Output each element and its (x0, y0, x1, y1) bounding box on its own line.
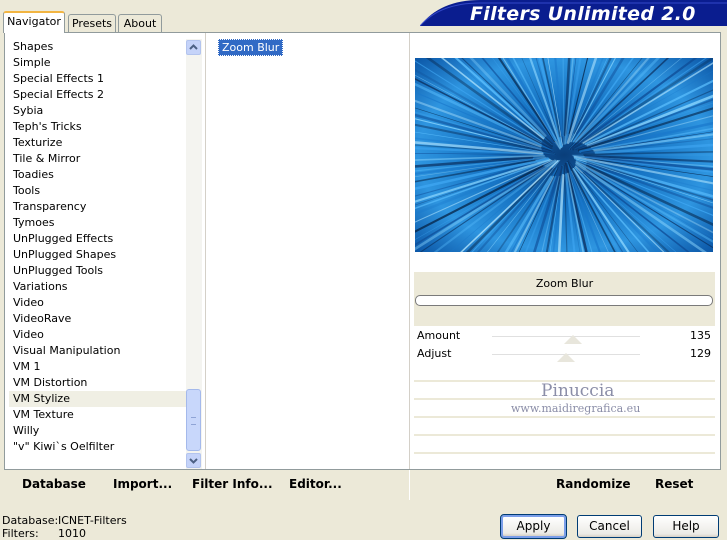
tab-about[interactable]: About (118, 14, 162, 32)
scroll-down-button[interactable] (186, 453, 201, 468)
param-adjust-slider-thumb[interactable] (557, 352, 575, 363)
chevron-up-icon (189, 44, 198, 50)
category-item[interactable]: Willy (9, 423, 187, 439)
param-adjust[interactable]: Adjust 129 (414, 345, 715, 363)
watermark-name: Pinuccia (541, 381, 615, 401)
category-item[interactable]: VM Texture (9, 407, 187, 423)
tab-presets[interactable]: Presets (68, 14, 116, 32)
param-amount-value: 135 (690, 329, 711, 342)
category-item[interactable]: VideoRave (9, 311, 187, 327)
param-amount-slider-thumb[interactable] (564, 334, 582, 345)
randomize-button[interactable]: Randomize (556, 477, 630, 491)
param-amount-label: Amount (417, 329, 461, 342)
category-list[interactable]: Shapes Simple Special Effects 1 Special Eff… (9, 39, 187, 469)
apply-button[interactable]: Apply (500, 514, 567, 539)
database-button[interactable]: Database (22, 477, 86, 491)
param-adjust-label: Adjust (417, 347, 452, 360)
import-button[interactable]: Import... (113, 477, 172, 491)
category-item[interactable]: Tymoes (9, 215, 187, 231)
category-item[interactable]: Tile & Mirror (9, 151, 187, 167)
category-item[interactable]: UnPlugged Tools (9, 263, 187, 279)
category-item[interactable]: VM Distortion (9, 375, 187, 391)
category-item[interactable]: Toadies (9, 167, 187, 183)
category-item[interactable]: Video (9, 295, 187, 311)
category-item[interactable]: UnPlugged Shapes (9, 247, 187, 263)
category-item[interactable]: Sybia (9, 103, 187, 119)
category-item[interactable]: Simple (9, 55, 187, 71)
category-item[interactable]: Tools (9, 183, 187, 199)
watermark-url: www.maidiregrafica.eu (511, 402, 641, 415)
category-item[interactable]: Teph's Tricks (9, 119, 187, 135)
category-item[interactable]: UnPlugged Effects (9, 231, 187, 247)
category-item[interactable]: VM Stylize (9, 391, 187, 407)
category-item[interactable]: Shapes (9, 39, 187, 55)
category-item[interactable]: VM 1 (9, 359, 187, 375)
reset-button[interactable]: Reset (655, 477, 693, 491)
status-database-value: ICNET-Filters (58, 514, 127, 527)
category-scrollbar[interactable] (186, 39, 202, 469)
param-adjust-value: 129 (690, 347, 711, 360)
status-filters-value: 1010 (58, 527, 86, 540)
help-button[interactable]: Help (653, 515, 719, 538)
filter-item-zoom-blur[interactable]: Zoom Blur (218, 39, 284, 56)
filter-info-button[interactable]: Filter Info... (192, 477, 273, 491)
status-database: Database:ICNET-Filters (2, 514, 127, 527)
progress-bar (415, 295, 713, 306)
status-filters: Filters: 1010 (2, 527, 86, 540)
category-item[interactable]: "v" Kiwi`s Oelfilter (9, 439, 187, 455)
cancel-button[interactable]: Cancel (577, 515, 642, 538)
app-title: Filters Unlimited 2.0 (470, 3, 696, 25)
category-item[interactable]: Transparency (9, 199, 187, 215)
scroll-up-button[interactable] (186, 40, 201, 55)
divider (409, 33, 410, 469)
param-amount[interactable]: Amount 135 (414, 327, 715, 345)
editor-button[interactable]: Editor... (289, 477, 342, 491)
category-item[interactable]: Video (9, 327, 187, 343)
category-item[interactable]: Texturize (9, 135, 187, 151)
divider (205, 33, 206, 469)
preview-filter-name: Zoom Blur (535, 277, 594, 290)
category-item[interactable]: Special Effects 1 (9, 71, 187, 87)
tab-navigator[interactable]: Navigator (3, 11, 65, 33)
status-filters-label: Filters: (2, 527, 39, 540)
category-item[interactable]: Special Effects 2 (9, 87, 187, 103)
status-database-label: Database: (2, 514, 59, 527)
preview-image (415, 58, 713, 252)
scroll-thumb[interactable] (186, 389, 201, 451)
chevron-down-icon (189, 458, 198, 464)
category-item[interactable]: Visual Manipulation (9, 343, 187, 359)
category-item[interactable]: Variations (9, 279, 187, 295)
